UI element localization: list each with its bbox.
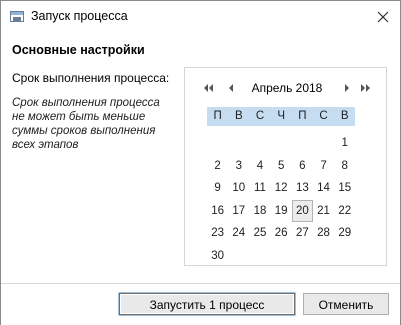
empty-day-cell: [292, 132, 313, 155]
weekday-label: П: [298, 110, 307, 122]
section-title: Основные настройки: [12, 43, 145, 57]
cancel-button[interactable]: Отменить: [303, 293, 389, 315]
calendar-day-selected[interactable]: 20: [291, 199, 313, 223]
empty-day-cell: [271, 132, 292, 155]
chevron-right-icon[interactable]: [341, 82, 353, 94]
calendar-day[interactable]: 16: [207, 200, 228, 223]
calendar-day[interactable]: 6: [292, 155, 313, 178]
calendar-day[interactable]: 4: [249, 155, 270, 178]
calendar-day[interactable]: 29: [334, 222, 355, 245]
empty-day-cell: [228, 132, 249, 155]
calendar-day[interactable]: 7: [313, 155, 334, 178]
weekday-label: В: [340, 110, 349, 122]
dialog-window: Запуск процесса Основные настройки Срок …: [0, 0, 401, 325]
empty-day-cell: [313, 132, 334, 155]
calendar-day[interactable]: 24: [228, 222, 249, 245]
calendar-day[interactable]: 11: [249, 177, 270, 200]
calendar-day[interactable]: 3: [228, 155, 249, 178]
calendar-day[interactable]: 28: [313, 222, 334, 245]
close-button[interactable]: [366, 1, 400, 32]
calendar-day[interactable]: 8: [334, 155, 355, 178]
close-icon: [377, 11, 389, 22]
calendar-month-label[interactable]: Апрель 2018: [247, 81, 327, 95]
calendar-day[interactable]: 19: [271, 200, 292, 223]
calendar: Апрель 2018 ПВСЧПСВ 1 2 3 4 5 6 7 8 9 10 11 12 13 14 1…: [184, 67, 387, 266]
window-icon: [10, 11, 24, 22]
dialog-footer: Запустить 1 процесс Отменить: [1, 283, 400, 325]
deadline-hint: Срок выполнения процесса не может быть м…: [12, 97, 160, 151]
calendar-day[interactable]: 18: [249, 200, 270, 223]
weekday-label: С: [319, 110, 328, 122]
calendar-day[interactable]: 5: [271, 155, 292, 178]
double-chevron-right-icon[interactable]: [359, 82, 371, 94]
chevron-left-icon[interactable]: [225, 82, 237, 94]
calendar-day[interactable]: 27: [292, 222, 313, 245]
calendar-day[interactable]: 13: [292, 177, 313, 200]
calendar-day[interactable]: 15: [334, 177, 355, 200]
window-title: Запуск процесса: [31, 9, 128, 23]
day-grid: 1 2 3 4 5 6 7 8 9 10 11 12 13 14 15 16 17 18 19 20 21 22 23 24 2…: [207, 132, 355, 268]
calendar-day[interactable]: 17: [228, 200, 249, 223]
weekday-label: Ч: [277, 110, 285, 122]
weekday-label: В: [234, 110, 243, 122]
empty-day-cell: [249, 132, 270, 155]
calendar-day[interactable]: 22: [334, 200, 355, 223]
weekday-label: П: [213, 110, 222, 122]
title-bar: Запуск процесса: [1, 1, 400, 32]
calendar-day[interactable]: 10: [228, 177, 249, 200]
calendar-day[interactable]: 12: [271, 177, 292, 200]
weekday-label: С: [255, 110, 265, 122]
deadline-label: Срок выполнения процесса:: [12, 71, 170, 85]
calendar-day[interactable]: 2: [207, 155, 228, 178]
calendar-day[interactable]: 14: [313, 177, 334, 200]
calendar-day[interactable]: 9: [207, 177, 228, 200]
calendar-day[interactable]: 21: [313, 200, 334, 223]
weekday-header: ПВСЧПСВ: [207, 107, 355, 126]
calendar-day[interactable]: 23: [207, 222, 228, 245]
empty-day-cell: [207, 132, 228, 155]
calendar-day[interactable]: 25: [249, 222, 270, 245]
calendar-day[interactable]: 1: [334, 132, 355, 155]
calendar-day[interactable]: 26: [271, 222, 292, 245]
calendar-day[interactable]: 30: [207, 245, 228, 268]
start-process-button[interactable]: Запустить 1 процесс: [119, 293, 295, 315]
double-chevron-left-icon[interactable]: [203, 82, 215, 94]
